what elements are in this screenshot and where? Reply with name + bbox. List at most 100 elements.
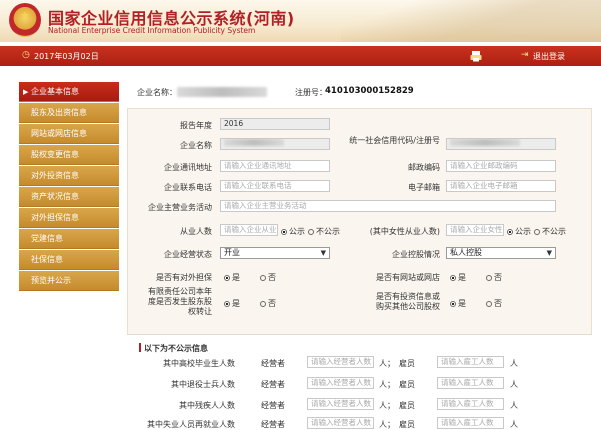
- sidebar-item-label: 预览并公示: [31, 276, 71, 285]
- manager-count-input[interactable]: 请输入经营者人数: [307, 398, 374, 410]
- redacted-text: [224, 139, 284, 146]
- company-info-bar: 企业名称： 注册号： 410103000152829: [127, 80, 592, 100]
- radio-dot: [534, 229, 540, 235]
- section-title: 以下为不公示信息: [139, 343, 208, 354]
- employee-count-input[interactable]: 请输入雇工人数: [437, 356, 504, 368]
- site-header: ★ 国家企业信用信息公示系统(河南) National Enterprise C…: [0, 0, 601, 42]
- company-name-redacted: [177, 87, 267, 97]
- email-label: 电子邮箱: [408, 183, 440, 192]
- row-label: 其中残疾人人数: [179, 401, 235, 410]
- equity-yes-radio[interactable]: 是: [224, 298, 240, 309]
- guarantee-yes-radio[interactable]: 是: [224, 272, 240, 283]
- sidebar-item-social-security[interactable]: 社保信息: [19, 250, 119, 270]
- manager-count-input[interactable]: 请输入经营者人数: [307, 356, 374, 368]
- female-public-radio[interactable]: 公示: [507, 226, 531, 237]
- logout-button[interactable]: 退出登录: [533, 51, 565, 62]
- sidebar-item-guarantee[interactable]: 对外担保信息: [19, 208, 119, 228]
- credit-code-label: 统一社会信用代码/注册号: [349, 136, 440, 145]
- equity-no-radio[interactable]: 否: [260, 298, 276, 309]
- phone-label: 企业联系电话: [164, 183, 212, 192]
- year-label: 报告年度: [180, 121, 212, 130]
- radio-label: 不公示: [316, 227, 340, 236]
- reg-no-label: 注册号：: [295, 88, 327, 97]
- email-input[interactable]: 请输入企业电子邮箱: [446, 180, 556, 192]
- employee-label: 雇员: [399, 380, 415, 389]
- address-label: 企业通讯地址: [164, 163, 212, 172]
- reg-no-value: 410103000152829: [325, 86, 414, 96]
- sidebar-item-preview-publish[interactable]: 预览并公示: [19, 271, 119, 291]
- row-label: 其中退役士兵人数: [171, 380, 235, 389]
- staff-public-radio[interactable]: 公示: [281, 226, 305, 237]
- radio-dot: [507, 229, 513, 235]
- radio-dot: [486, 275, 492, 281]
- equity-transfer-label-line: 有限责任公司本年: [148, 287, 212, 296]
- sidebar-item-basic-info[interactable]: ▶ 企业基本信息: [19, 82, 119, 102]
- staff-count-input[interactable]: 请输入企业从业: [220, 224, 278, 236]
- staff-nonpublic-radio[interactable]: 不公示: [308, 226, 340, 237]
- radio-dot: [308, 229, 314, 235]
- holding-label: 企业控股情况: [392, 250, 440, 259]
- equity-transfer-label: 有限责任公司本年 度是否发生股东股 权转让: [136, 287, 212, 317]
- employee-count-input[interactable]: 请输入雇工人数: [437, 377, 504, 389]
- holding-select-value: 私人控股: [450, 248, 482, 257]
- postcode-input[interactable]: 请输入企业邮政编码: [446, 160, 556, 172]
- sidebar-item-investment[interactable]: 对外投资信息: [19, 166, 119, 186]
- redacted-text: [450, 139, 520, 146]
- address-input[interactable]: 请输入企业通讯地址: [220, 160, 330, 172]
- female-staff-label: (其中女性从业人数): [369, 227, 440, 236]
- sidebar-item-label: 网站或网店信息: [31, 129, 87, 138]
- unit-label: 人；: [379, 401, 395, 410]
- manager-count-input[interactable]: 请输入经营者人数: [307, 377, 374, 389]
- company-name-label: 企业名称：: [137, 88, 177, 97]
- investment-yes-radio[interactable]: 是: [450, 298, 466, 309]
- radio-label: 是: [458, 299, 466, 308]
- chevron-down-icon: ▼: [546, 249, 552, 257]
- female-nonpublic-radio[interactable]: 不公示: [534, 226, 566, 237]
- business-input[interactable]: 请输入企业主营业务活动: [220, 200, 556, 212]
- chevron-down-icon: ▼: [320, 249, 326, 257]
- sidebar-nav: ▶ 企业基本信息 股东及出资信息 网站或网店信息 股权变更信息 对外投资信息 资产…: [19, 82, 119, 292]
- radio-dot: [450, 275, 456, 281]
- status-select[interactable]: 开业 ▼: [220, 247, 330, 259]
- unit-label: 人: [510, 359, 518, 368]
- manager-label: 经营者: [261, 420, 285, 429]
- phone-input[interactable]: 请输入企业联系电话: [220, 180, 330, 192]
- radio-label: 否: [268, 299, 276, 308]
- year-field: 2016: [220, 118, 330, 130]
- top-toolbar: ◷ 2017年03月02日 ⇥ 退出登录: [0, 46, 601, 66]
- sidebar-item-label: 对外投资信息: [31, 171, 79, 180]
- manager-label: 经营者: [261, 380, 285, 389]
- sidebar-item-website[interactable]: 网站或网店信息: [19, 124, 119, 144]
- radio-label: 不公示: [542, 227, 566, 236]
- print-icon[interactable]: [470, 50, 482, 62]
- radio-dot: [281, 229, 287, 235]
- radio-label: 公示: [289, 227, 305, 236]
- staff-count-label: 从业人数: [180, 227, 212, 236]
- unit-label: 人；: [379, 420, 395, 429]
- employee-label: 雇员: [399, 359, 415, 368]
- sidebar-item-assets[interactable]: 资产状况信息: [19, 187, 119, 207]
- row-label: 其中失业人员再就业人数: [147, 420, 235, 429]
- website-yes-radio[interactable]: 是: [450, 272, 466, 283]
- manager-label: 经营者: [261, 359, 285, 368]
- header-mountain-art: [341, 0, 601, 42]
- employee-count-input[interactable]: 请输入雇工人数: [437, 417, 504, 429]
- arrow-right-icon: ▶: [23, 88, 29, 96]
- sidebar-item-shareholders[interactable]: 股东及出资信息: [19, 103, 119, 123]
- holding-select[interactable]: 私人控股 ▼: [446, 247, 556, 259]
- radio-label: 否: [268, 273, 276, 282]
- business-label: 企业主营业务活动: [148, 203, 212, 212]
- sidebar-item-party[interactable]: 党建信息: [19, 229, 119, 249]
- employee-label: 雇员: [399, 420, 415, 429]
- website-no-radio[interactable]: 否: [486, 272, 502, 283]
- logout-icon[interactable]: ⇥: [521, 50, 529, 60]
- female-staff-input[interactable]: 请输入企业女性: [446, 224, 504, 236]
- manager-count-input[interactable]: 请输入经营者人数: [307, 417, 374, 429]
- current-date: 2017年03月02日: [34, 52, 99, 61]
- equity-transfer-label-line: 权转让: [188, 307, 212, 316]
- investment-no-radio[interactable]: 否: [486, 298, 502, 309]
- employee-count-input[interactable]: 请输入雇工人数: [437, 398, 504, 410]
- guarantee-no-radio[interactable]: 否: [260, 272, 276, 283]
- sidebar-item-equity-change[interactable]: 股权变更信息: [19, 145, 119, 165]
- site-subtitle: National Enterprise Credit Information P…: [48, 26, 256, 35]
